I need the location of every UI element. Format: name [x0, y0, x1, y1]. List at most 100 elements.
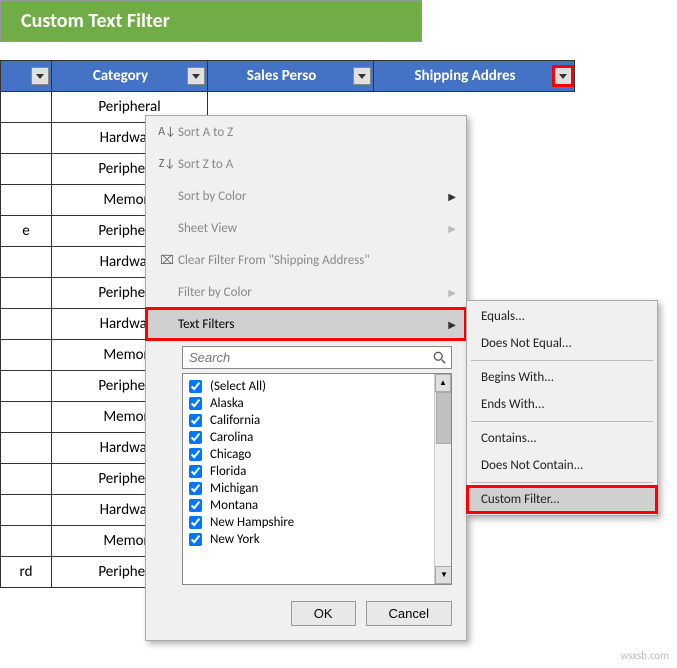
separator [471, 482, 653, 483]
header-blank[interactable] [1, 61, 52, 92]
cell[interactable] [1, 92, 52, 123]
checklist-item[interactable]: Chicago [189, 446, 445, 463]
checklist-item[interactable]: New York [189, 531, 445, 548]
ok-button[interactable]: OK [291, 601, 356, 626]
submenu-begins-with[interactable]: Begins With... [467, 364, 657, 391]
checklist-label: Michigan [210, 481, 258, 496]
filter-checklist: (Select All)AlaskaCaliforniaCarolinaChic… [182, 373, 452, 585]
checklist-label: (Select All) [210, 379, 266, 394]
cell[interactable] [1, 185, 52, 216]
chevron-right-icon: ▶ [448, 286, 456, 299]
scrollbar-thumb[interactable] [436, 392, 452, 444]
checkbox[interactable] [189, 448, 202, 461]
page-title: Custom Text Filter [0, 0, 422, 42]
checklist-item[interactable]: Michigan [189, 480, 445, 497]
cell[interactable] [1, 433, 52, 464]
menu-text-filters[interactable]: Text Filters ▶ [146, 308, 466, 340]
cell[interactable] [1, 123, 52, 154]
cancel-button[interactable]: Cancel [366, 601, 452, 626]
checklist-label: New Hampshire [210, 515, 294, 530]
cell[interactable] [1, 464, 52, 495]
submenu-contains[interactable]: Contains... [467, 425, 657, 452]
submenu-not-equal[interactable]: Does Not Equal... [467, 330, 657, 357]
separator [471, 360, 653, 361]
search-row [146, 340, 466, 373]
checkbox[interactable] [189, 414, 202, 427]
menu-label: Clear Filter From "Shipping Address" [178, 253, 456, 268]
clear-filter-icon: ⌧ [156, 253, 178, 268]
checkbox[interactable] [189, 516, 202, 529]
menu-label: Text Filters [178, 317, 448, 332]
submenu-not-contain[interactable]: Does Not Contain... [467, 452, 657, 479]
checklist-label: Montana [210, 498, 258, 513]
chevron-right-icon: ▶ [448, 318, 456, 331]
cell[interactable]: rd [1, 557, 52, 588]
cell[interactable] [1, 278, 52, 309]
cell[interactable] [1, 247, 52, 278]
cell[interactable] [1, 526, 52, 557]
search-input[interactable] [187, 349, 433, 366]
separator [471, 421, 653, 422]
watermark: wsxsb.com [620, 649, 669, 662]
chevron-right-icon: ▶ [448, 222, 456, 235]
search-box[interactable] [182, 346, 452, 369]
checkbox[interactable] [189, 482, 202, 495]
cell[interactable] [1, 402, 52, 433]
menu-filter-color: Filter by Color ▶ [146, 276, 466, 308]
checklist-item[interactable]: Carolina [189, 429, 445, 446]
menu-label: Sort A to Z [178, 125, 456, 140]
checklist-item[interactable]: (Select All) [189, 378, 445, 395]
cell[interactable]: e [1, 216, 52, 247]
filter-dropdown-menu: A↓ Sort A to Z Z↓ Sort Z to A Sort by Co… [145, 115, 467, 641]
menu-label: Sort Z to A [178, 157, 456, 172]
submenu-equals[interactable]: Equals... [467, 303, 657, 330]
filter-dropdown-icon[interactable] [554, 67, 572, 85]
checkbox[interactable] [189, 380, 202, 393]
filter-dropdown-icon[interactable] [187, 67, 205, 85]
checkbox[interactable] [189, 533, 202, 546]
menu-label: Filter by Color [178, 285, 448, 300]
cell[interactable] [1, 309, 52, 340]
menu-sort-za[interactable]: Z↓ Sort Z to A [146, 148, 466, 180]
cell[interactable] [1, 495, 52, 526]
checklist-item[interactable]: Florida [189, 463, 445, 480]
checkbox[interactable] [189, 397, 202, 410]
checklist-item[interactable]: California [189, 412, 445, 429]
scrollbar[interactable]: ▲ ▼ [434, 374, 451, 584]
cell[interactable] [1, 340, 52, 371]
cell[interactable] [1, 371, 52, 402]
menu-sheet-view: Sheet View ▶ [146, 212, 466, 244]
chevron-right-icon: ▶ [448, 190, 456, 203]
cell[interactable] [1, 154, 52, 185]
filter-dropdown-icon[interactable] [353, 67, 371, 85]
menu-label: Sort by Color [178, 189, 448, 204]
scroll-up-icon[interactable]: ▲ [435, 374, 451, 392]
header-category[interactable]: Category [52, 61, 208, 92]
checklist-item[interactable]: Montana [189, 497, 445, 514]
checkbox[interactable] [189, 431, 202, 444]
submenu-custom-filter[interactable]: Custom Filter... [467, 486, 657, 513]
button-row: OK Cancel [146, 591, 466, 640]
sort-az-icon: A↓ [156, 125, 178, 139]
search-icon [433, 351, 447, 365]
checkbox[interactable] [189, 465, 202, 478]
menu-clear-filter: ⌧ Clear Filter From "Shipping Address" [146, 244, 466, 276]
header-label: Sales Perso [247, 67, 317, 85]
checklist-item[interactable]: New Hampshire [189, 514, 445, 531]
menu-label: Sheet View [178, 221, 448, 236]
checklist-label: New York [210, 532, 260, 547]
checklist-label: Florida [210, 464, 246, 479]
scroll-down-icon[interactable]: ▼ [435, 566, 452, 584]
checkbox[interactable] [189, 499, 202, 512]
submenu-ends-with[interactable]: Ends With... [467, 391, 657, 418]
filter-dropdown-icon[interactable] [31, 67, 49, 85]
text-filters-submenu: Equals... Does Not Equal... Begins With.… [466, 300, 658, 516]
header-sales-person[interactable]: Sales Perso [208, 61, 374, 92]
menu-sort-az[interactable]: A↓ Sort A to Z [146, 116, 466, 148]
header-shipping-address[interactable]: Shipping Addres [374, 61, 575, 92]
checklist-item[interactable]: Alaska [189, 395, 445, 412]
checklist-label: Chicago [210, 447, 251, 462]
header-label: Shipping Addres [414, 67, 515, 85]
menu-sort-color[interactable]: Sort by Color ▶ [146, 180, 466, 212]
header-label: Category [93, 67, 148, 85]
